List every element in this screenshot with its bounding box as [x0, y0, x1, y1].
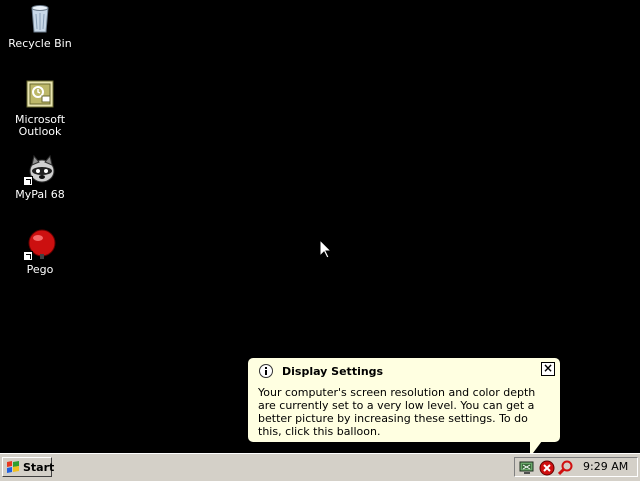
outlook-icon [24, 78, 56, 110]
pego-icon [23, 228, 56, 261]
network-error-tray-icon[interactable] [539, 460, 555, 476]
clock[interactable]: 9:29 AM [583, 460, 628, 473]
mypal-label: MyPal 68 [15, 188, 65, 201]
start-label: Start [23, 461, 55, 474]
info-icon [259, 364, 273, 378]
search-tray-icon[interactable] [557, 460, 574, 476]
shortcut-arrow-icon [23, 176, 33, 186]
recycle-bin-desktop-icon[interactable]: Recycle Bin [0, 2, 80, 50]
mouse-cursor-icon [319, 238, 333, 259]
pego-label: Pego [26, 263, 54, 276]
windows-flag-icon [6, 461, 20, 473]
recycle-bin-icon [24, 2, 56, 34]
recycle-bin-label: Recycle Bin [8, 37, 72, 50]
outlook-desktop-icon[interactable]: Microsoft Outlook [0, 78, 80, 138]
mypal-icon [23, 153, 56, 186]
taskbar: Start 9:29 AM [0, 453, 640, 481]
balloon-close-button[interactable]: × [541, 362, 555, 376]
balloon-message: Your computer's screen resolution and co… [258, 386, 536, 438]
pego-desktop-icon[interactable]: Pego [0, 228, 80, 276]
system-tray: 9:29 AM [514, 457, 638, 477]
shortcut-arrow-icon [23, 251, 33, 261]
display-settings-tray-icon[interactable] [519, 460, 535, 476]
outlook-label: Microsoft Outlook [14, 113, 66, 138]
start-button[interactable]: Start [2, 457, 55, 477]
balloon-title: Display Settings [282, 365, 384, 378]
mypal-desktop-icon[interactable]: MyPal 68 [0, 153, 80, 201]
display-settings-balloon[interactable]: Display Settings × Your computer's scree… [247, 357, 561, 443]
